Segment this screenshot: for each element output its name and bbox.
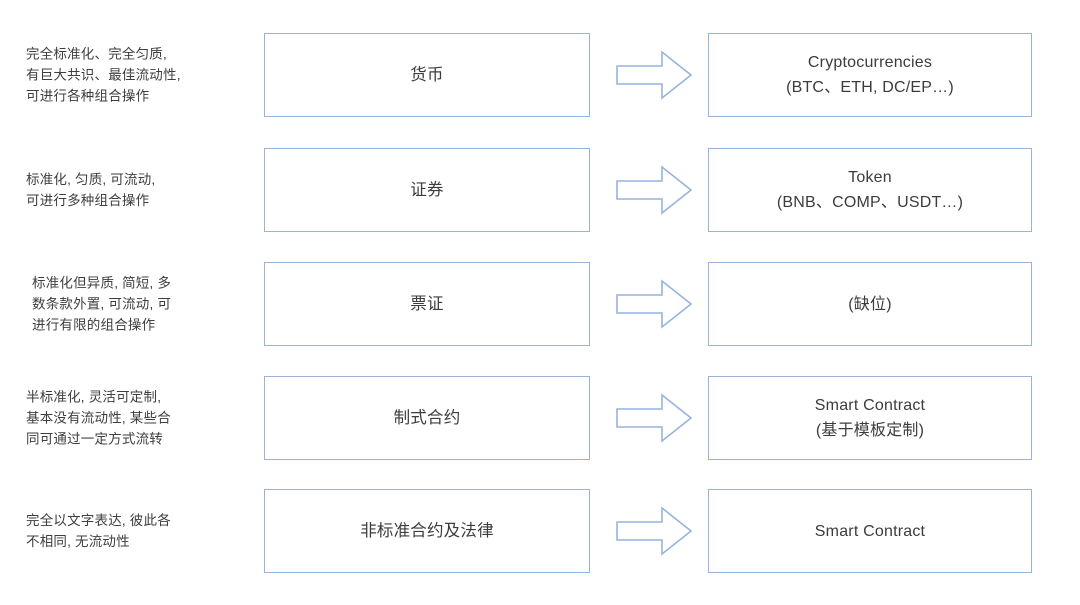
diagram-row: 完全以文字表达, 彼此各 不相同, 无流动性 非标准合约及法律 Smart Co… <box>0 489 1080 573</box>
row-description: 半标准化, 灵活可定制, 基本没有流动性, 某些合 同可通过一定方式流转 <box>26 389 171 447</box>
asset-type-label: 证券 <box>410 181 444 199</box>
onchain-form-box: Cryptocurrencies (BTC、ETH, DC/EP…) <box>708 33 1032 117</box>
asset-type-box: 货币 <box>264 33 590 117</box>
onchain-form-label: Smart Contract <box>814 522 926 540</box>
row-description: 标准化但异质, 简短, 多 数条款外置, 可流动, 可 进行有限的组合操作 <box>32 275 172 333</box>
asset-type-box: 证券 <box>264 148 590 232</box>
onchain-form-label: Cryptocurrencies (BTC、ETH, DC/EP…) <box>786 54 954 96</box>
asset-type-label: 非标准合约及法律 <box>360 522 494 540</box>
onchain-form-label: (缺位) <box>848 295 892 313</box>
asset-type-label: 票证 <box>410 295 444 313</box>
diagram-row: 标准化, 匀质, 可流动, 可进行多种组合操作 证券 Token (BNB、CO… <box>0 148 1080 232</box>
row-description: 完全以文字表达, 彼此各 不相同, 无流动性 <box>26 513 171 549</box>
diagram-row: 半标准化, 灵活可定制, 基本没有流动性, 某些合 同可通过一定方式流转 制式合… <box>0 376 1080 460</box>
row-description: 完全标准化、完全匀质, 有巨大共识、最佳流动性, 可进行各种组合操作 <box>26 46 181 104</box>
row-description: 标准化, 匀质, 可流动, 可进行多种组合操作 <box>26 172 156 208</box>
right-block-arrow-icon <box>616 165 692 215</box>
diagram-row: 标准化但异质, 简短, 多 数条款外置, 可流动, 可 进行有限的组合操作 票证… <box>0 262 1080 346</box>
asset-type-box: 非标准合约及法律 <box>264 489 590 573</box>
onchain-form-box: Smart Contract (基于模板定制) <box>708 376 1032 460</box>
onchain-form-box: (缺位) <box>708 262 1032 346</box>
onchain-form-label: Smart Contract (基于模板定制) <box>814 397 926 439</box>
asset-type-label: 制式合约 <box>393 409 461 427</box>
right-block-arrow-icon <box>616 393 692 443</box>
mapping-diagram: 完全标准化、完全匀质, 有巨大共识、最佳流动性, 可进行各种组合操作 货币 Cr… <box>0 0 1080 605</box>
onchain-form-box: Smart Contract <box>708 489 1032 573</box>
asset-type-box: 票证 <box>264 262 590 346</box>
onchain-form-label: Token (BNB、COMP、USDT…) <box>776 169 964 211</box>
right-block-arrow-icon <box>616 50 692 100</box>
asset-type-box: 制式合约 <box>264 376 590 460</box>
right-block-arrow-icon <box>616 279 692 329</box>
right-block-arrow-icon <box>616 506 692 556</box>
diagram-row: 完全标准化、完全匀质, 有巨大共识、最佳流动性, 可进行各种组合操作 货币 Cr… <box>0 33 1080 117</box>
onchain-form-box: Token (BNB、COMP、USDT…) <box>708 148 1032 232</box>
asset-type-label: 货币 <box>410 66 444 84</box>
